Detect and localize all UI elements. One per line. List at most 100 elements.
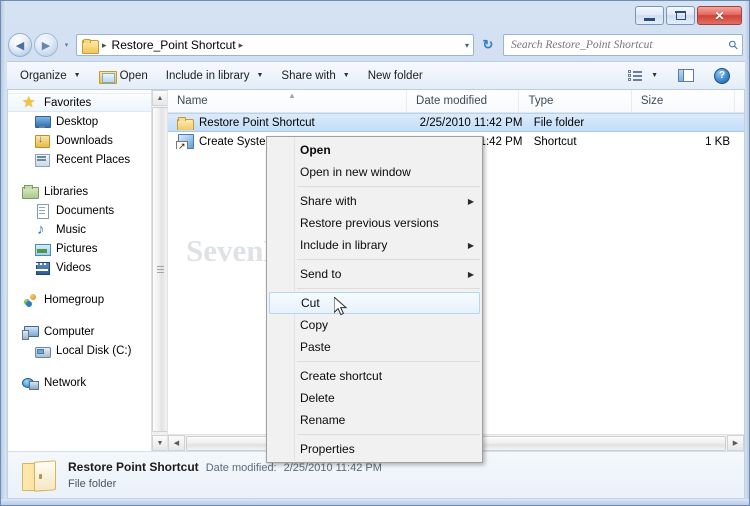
maximize-button[interactable] bbox=[666, 6, 695, 25]
change-view-button[interactable]: ▼ bbox=[619, 64, 667, 87]
sidebar-item-recent-places[interactable]: Recent Places bbox=[8, 150, 167, 169]
column-header-name[interactable]: Name ▲ bbox=[168, 90, 408, 112]
triangle-right-icon: ▶ bbox=[732, 440, 739, 447]
maximize-icon bbox=[675, 10, 686, 20]
context-menu-item-properties[interactable]: Properties bbox=[267, 438, 482, 460]
sidebar-item-homegroup[interactable]: Homegroup bbox=[8, 290, 167, 309]
star-icon bbox=[22, 93, 38, 111]
sidebar-item-documents[interactable]: Documents bbox=[8, 201, 167, 220]
share-with-button[interactable]: Share with ▼ bbox=[272, 64, 358, 87]
column-header-type-label: Type bbox=[528, 95, 554, 107]
hscroll-left-button[interactable]: ◀ bbox=[168, 435, 185, 451]
details-date-label: Date modified: bbox=[205, 462, 277, 474]
context-menu-item-cut[interactable]: Cut bbox=[269, 292, 480, 314]
folder-icon-large bbox=[22, 459, 56, 491]
hscroll-right-button[interactable]: ▶ bbox=[727, 435, 744, 451]
context-menu-item-create-shortcut[interactable]: Create shortcut bbox=[267, 365, 482, 387]
triangle-down-icon: ▼ bbox=[156, 439, 164, 447]
forward-arrow-icon: ▶ bbox=[41, 39, 51, 52]
sidebar-item-network[interactable]: Network bbox=[8, 373, 167, 392]
computer-icon bbox=[22, 324, 39, 340]
address-dropdown-icon[interactable]: ▾ bbox=[465, 35, 469, 55]
details-item-type: File folder bbox=[68, 478, 117, 490]
context-menu-separator bbox=[297, 186, 480, 187]
context-menu-item-restore-previous-versions[interactable]: Restore previous versions bbox=[267, 212, 482, 234]
context-menu-separator bbox=[297, 288, 480, 289]
nav-scroll-up-button[interactable]: ▲ bbox=[152, 90, 167, 106]
organize-button[interactable]: Organize ▼ bbox=[11, 64, 90, 87]
context-menu-item-include-in-library[interactable]: Include in library ▶ bbox=[267, 234, 482, 256]
nav-scroll-thumb[interactable] bbox=[152, 107, 167, 432]
column-header-date-modified[interactable]: Date modified bbox=[407, 90, 520, 112]
details-item-name: Restore Point Shortcut bbox=[68, 460, 199, 474]
preview-pane-icon bbox=[678, 69, 694, 82]
sidebar-item-label: Desktop bbox=[56, 115, 99, 128]
sidebar-item-local-disk-c[interactable]: Local Disk (C:) bbox=[8, 341, 167, 360]
navigation-scrollbar[interactable]: ▲ ▼ bbox=[151, 90, 167, 451]
context-menu-separator bbox=[297, 361, 480, 362]
sidebar-item-videos[interactable]: Videos bbox=[8, 258, 167, 277]
column-header-type[interactable]: Type bbox=[519, 90, 632, 112]
sidebar-item-downloads[interactable]: Downloads bbox=[8, 131, 167, 150]
breadcrumb-separator-right[interactable]: ▸ bbox=[236, 40, 249, 51]
sidebar-item-music[interactable]: Music bbox=[8, 220, 167, 239]
context-menu-item-label: Rename bbox=[300, 413, 346, 427]
context-menu-item-paste[interactable]: Paste bbox=[267, 336, 482, 358]
help-button[interactable]: ? bbox=[705, 64, 739, 87]
breadcrumb-separator-left[interactable]: ▸ bbox=[99, 40, 112, 51]
pictures-icon bbox=[34, 241, 51, 257]
context-menu-separator bbox=[297, 434, 480, 435]
share-with-label: Share with bbox=[281, 69, 336, 82]
search-box[interactable]: ⚲ bbox=[503, 34, 743, 56]
address-bar-row: ◀ ▶ ▾ ▸ Restore_Point Shortcut ▸ ▾ ↻ ⚲ bbox=[1, 30, 749, 60]
back-button[interactable]: ◀ bbox=[8, 33, 32, 57]
minimize-button[interactable] bbox=[635, 6, 664, 25]
sidebar-item-computer[interactable]: Computer bbox=[8, 322, 167, 341]
column-header-filler bbox=[735, 90, 744, 112]
table-row[interactable]: Restore Point Shortcut 2/25/2010 11:42 PM… bbox=[168, 113, 744, 132]
refresh-button[interactable]: ↻ bbox=[477, 34, 499, 56]
sidebar-item-desktop[interactable]: Desktop bbox=[8, 112, 167, 131]
context-menu-item-open-in-new-window[interactable]: Open in new window bbox=[267, 161, 482, 183]
recent-pages-button[interactable]: ▾ bbox=[60, 34, 73, 56]
folder-knob-icon bbox=[39, 474, 42, 479]
search-input[interactable] bbox=[511, 39, 730, 51]
nav-scroll-down-button[interactable]: ▼ bbox=[152, 435, 167, 451]
column-header-date-label: Date modified bbox=[416, 95, 488, 107]
minimize-icon bbox=[644, 17, 655, 21]
title-bar: ✕ bbox=[1, 1, 749, 29]
navigation-list: Favorites Desktop Downloads Recent Places Li… bbox=[8, 90, 167, 392]
open-button[interactable]: Open bbox=[90, 64, 157, 87]
context-menu-item-rename[interactable]: Rename bbox=[267, 409, 482, 431]
include-in-library-button[interactable]: Include in library ▼ bbox=[157, 64, 273, 87]
forward-button[interactable]: ▶ bbox=[34, 33, 58, 57]
chevron-down-icon: ▼ bbox=[73, 72, 81, 79]
chevron-down-icon: ▼ bbox=[256, 72, 264, 79]
context-menu-item-open[interactable]: Open bbox=[267, 139, 482, 161]
address-bar[interactable]: ▸ Restore_Point Shortcut ▸ ▾ bbox=[76, 34, 474, 56]
context-menu-item-delete[interactable]: Delete bbox=[267, 387, 482, 409]
sidebar-item-label: Libraries bbox=[44, 185, 89, 198]
context-menu[interactable]: Open Open in new window Share with ▶ Restore… bbox=[266, 136, 483, 463]
submenu-arrow-icon: ▶ bbox=[467, 240, 474, 250]
context-menu-item-share-with[interactable]: Share with ▶ bbox=[267, 190, 482, 212]
close-button[interactable]: ✕ bbox=[697, 6, 742, 25]
column-header-size[interactable]: Size bbox=[632, 90, 735, 112]
show-preview-pane-button[interactable] bbox=[669, 64, 703, 87]
sidebar-item-favorites[interactable]: Favorites bbox=[8, 93, 167, 112]
window-controls: ✕ bbox=[635, 6, 742, 25]
context-menu-item-send-to[interactable]: Send to ▶ bbox=[267, 263, 482, 285]
videos-icon bbox=[34, 260, 50, 276]
breadcrumb-current[interactable]: Restore_Point Shortcut bbox=[112, 38, 236, 52]
homegroup-icon bbox=[22, 292, 38, 308]
new-folder-button[interactable]: New folder bbox=[359, 64, 432, 87]
sidebar-item-pictures[interactable]: Pictures bbox=[8, 239, 167, 258]
context-menu-item-copy[interactable]: Copy bbox=[267, 314, 482, 336]
context-menu-item-label: Cut bbox=[301, 296, 320, 310]
refresh-icon: ↻ bbox=[482, 37, 494, 52]
close-icon: ✕ bbox=[714, 8, 725, 23]
sidebar-item-label: Music bbox=[56, 223, 87, 236]
sidebar-item-libraries[interactable]: Libraries bbox=[8, 182, 167, 201]
